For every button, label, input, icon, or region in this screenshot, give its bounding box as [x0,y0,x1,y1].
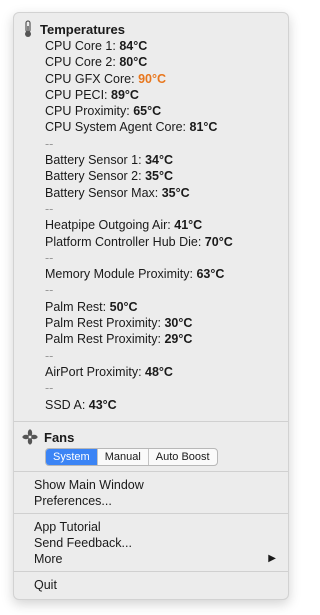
temperature-row: Battery Sensor 2: 35°C [45,168,233,184]
sensor-value: 43°C [88,397,117,412]
sensor-label: CPU Proximity: [45,104,130,119]
sensor-value: 63°C [196,267,225,282]
temperatures-header: Temperatures [22,19,125,39]
sensor-label: Palm Rest Proximity: [45,332,161,347]
temperature-row: CPU System Agent Core: 81°C [45,119,233,135]
sensor-value: 30°C [164,316,193,331]
sensor-value: 90°C [138,71,167,86]
separator: -- [45,381,54,396]
sensor-value: 50°C [109,299,138,314]
submenu-arrow-icon: ▶ [268,553,276,564]
separator: -- [45,348,54,363]
divider [14,571,288,572]
fan-mode-system[interactable]: System [46,449,98,465]
more-label: More [34,552,63,566]
divider [14,471,288,472]
sensor-label: CPU Core 1: [45,39,116,53]
preferences-label: Preferences... [34,494,112,508]
fan-mode-selector[interactable]: System Manual Auto Boost [45,448,218,466]
show-main-window-item[interactable]: Show Main Window [34,477,276,493]
temperature-row: SSD A: 43°C [45,397,233,413]
app-tutorial-label: App Tutorial [34,520,101,534]
sensor-label: Battery Sensor 1: [45,153,142,168]
sensor-value: 81°C [189,120,218,135]
sensor-value: 35°C [161,185,190,200]
sensor-label: Memory Module Proximity: [45,267,193,282]
sensor-label: Heatpipe Outgoing Air: [45,218,171,233]
fan-icon [22,429,38,445]
preferences-item[interactable]: Preferences... [34,493,276,509]
separator: -- [45,201,54,216]
sensor-value: 29°C [164,332,193,347]
temperature-row: CPU PECI: 89°C [45,87,233,103]
fans-header: Fans [22,427,74,447]
temperature-row: Heatpipe Outgoing Air: 41°C [45,217,233,233]
temperature-row: Platform Controller Hub Die: 70°C [45,234,233,250]
separator: -- [45,136,54,151]
temperatures-title: Temperatures [40,21,126,37]
fan-mode-auto-boost[interactable]: Auto Boost [149,449,217,465]
temperature-row: Memory Module Proximity: 63°C [45,266,233,282]
sensor-label: Platform Controller Hub Die: [45,234,202,249]
sensor-value: 70°C [204,234,233,249]
divider [14,421,288,422]
fans-title: Fans [44,429,75,445]
temperature-row: Palm Rest Proximity: 30°C [45,315,233,331]
sensor-value: 35°C [145,169,173,184]
temperature-row: CPU Core 2: 80°C [45,54,233,70]
sensor-label: Battery Sensor 2: [45,169,142,184]
temperature-list: CPU Core 1: 84°C CPU Core 2: 80°C CPU GFX … [45,38,233,413]
sensor-value: 41°C [174,218,203,233]
temperature-row: AirPort Proximity: 48°C [45,364,233,380]
sensor-value: 84°C [119,39,148,53]
sensor-value: 65°C [133,104,162,119]
temperature-row: CPU Core 1: 84°C [45,38,233,54]
separator: -- [45,250,54,265]
sensor-label: Palm Rest Proximity: [45,316,161,331]
fan-mode-manual[interactable]: Manual [98,449,149,465]
send-feedback-item[interactable]: Send Feedback... [34,535,276,551]
more-item[interactable]: More ▶ [34,551,276,567]
temperature-row: Palm Rest Proximity: 29°C [45,331,233,347]
app-menu: Temperatures CPU Core 1: 84°C CPU Core 2:… [13,12,289,600]
temperature-row: Palm Rest: 50°C [45,299,233,315]
sensor-value: 80°C [119,55,148,70]
sensor-label: CPU Core 2: [45,55,116,70]
sensor-label: SSD A: [45,397,86,412]
sensor-value: 89°C [111,87,139,102]
divider [14,513,288,514]
quit-item[interactable]: Quit [34,577,276,593]
quit-label: Quit [34,578,57,592]
temperature-row: CPU Proximity: 65°C [45,103,233,119]
sensor-label: CPU System Agent Core: [45,120,187,135]
sensor-label: AirPort Proximity: [45,364,142,379]
sensor-value: 34°C [145,153,173,168]
show-main-window-label: Show Main Window [34,478,144,492]
sensor-label: CPU PECI: [45,87,108,102]
sensor-label: Battery Sensor Max: [45,185,159,200]
sensor-label: CPU GFX Core: [45,71,135,86]
app-tutorial-item[interactable]: App Tutorial [34,519,276,535]
thermometer-icon [25,20,31,37]
temperature-row: Battery Sensor 1: 34°C [45,152,233,168]
separator: -- [45,283,54,298]
sensor-value: 48°C [145,364,173,379]
send-feedback-label: Send Feedback... [34,536,132,550]
sensor-label: Palm Rest: [45,299,107,314]
temperature-row: Battery Sensor Max: 35°C [45,185,233,201]
temperature-row: CPU GFX Core: 90°C [45,71,233,87]
